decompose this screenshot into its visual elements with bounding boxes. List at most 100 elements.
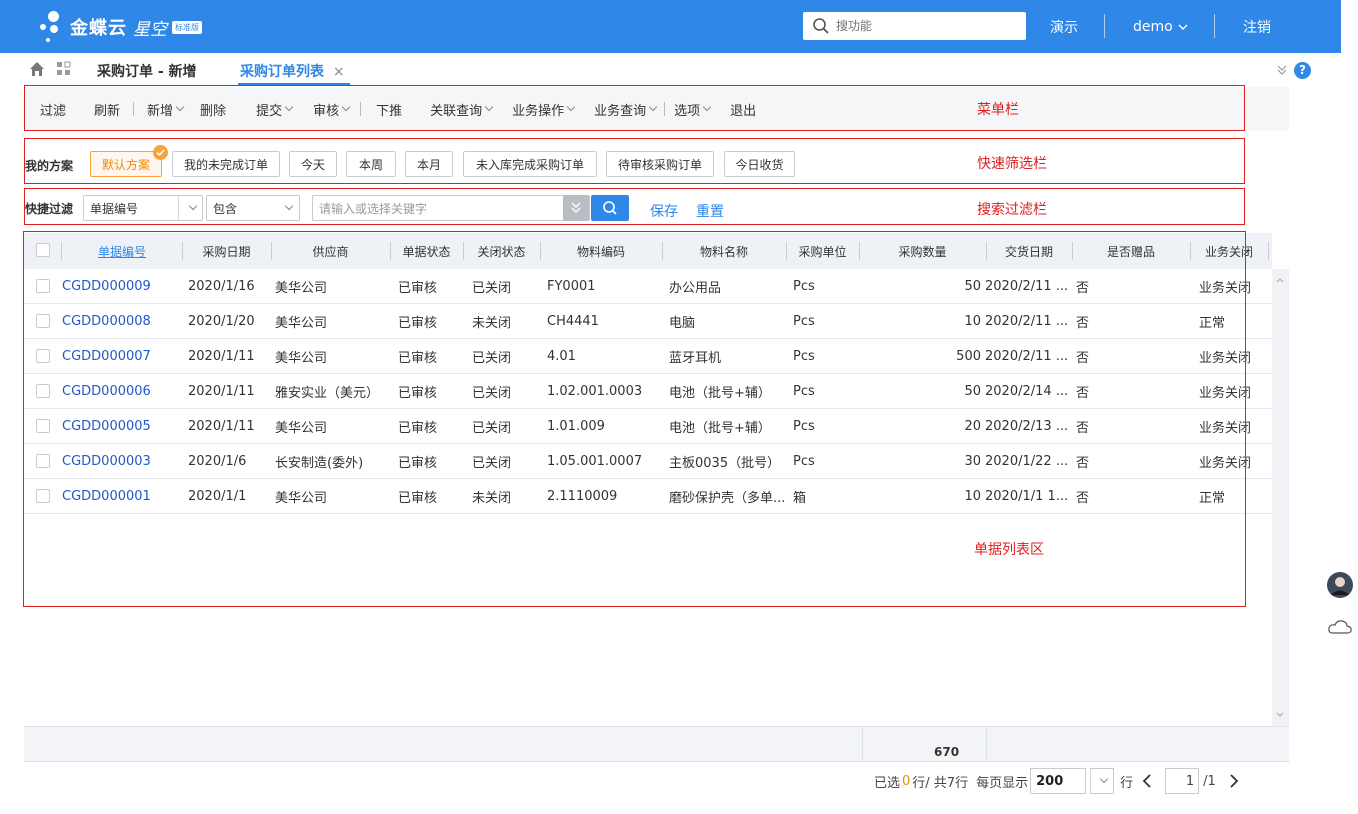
chevron-down-icon	[284, 102, 294, 112]
column-header-bill-status[interactable]: 单据状态	[390, 233, 463, 269]
audit-button[interactable]: 审核	[313, 100, 351, 119]
chevron-down-icon	[1178, 24, 1188, 30]
scheme-my-unfinished[interactable]: 我的未完成订单	[172, 151, 280, 177]
scheme-pending-audit[interactable]: 待审核采购订单	[606, 151, 714, 177]
cell-bill-no[interactable]: CGDD000001	[62, 479, 182, 514]
scheme-today[interactable]: 今天	[289, 151, 337, 177]
row-checkbox[interactable]	[36, 279, 50, 293]
kingdee-logo[interactable]: 金蝶云 星空 标准版	[40, 8, 230, 46]
cell-material-code: 1.05.001.0007	[547, 454, 643, 469]
cell-bill-no[interactable]: CGDD000006	[62, 374, 182, 409]
cell-material-code: 2.1110009	[547, 489, 618, 504]
column-header-date[interactable]: 采购日期	[182, 233, 271, 269]
scroll-up-icon[interactable]	[1275, 275, 1285, 285]
exit-button[interactable]: 退出	[730, 100, 756, 119]
cell-date: 2020/1/6	[188, 454, 247, 469]
cell-delivery-date: 2020/2/11 ...	[985, 314, 1069, 329]
column-header-supplier[interactable]: 供应商	[271, 233, 390, 269]
reset-filter-button[interactable]: 重置	[696, 201, 724, 221]
cloud-button[interactable]	[1322, 612, 1358, 642]
scheme-default[interactable]: 默认方案	[90, 145, 168, 177]
tab-purchase-order-list[interactable]: 采购订单列表 ×	[240, 61, 345, 81]
cell-bill-no[interactable]: CGDD000005	[62, 409, 182, 444]
column-header-bill-no[interactable]: 单据编号	[62, 233, 182, 269]
function-search-input[interactable]	[836, 19, 1016, 33]
function-search[interactable]	[803, 12, 1026, 40]
next-page-icon[interactable]	[1228, 773, 1240, 789]
row-checkbox[interactable]	[36, 314, 50, 328]
page-size-dropdown[interactable]	[1090, 768, 1115, 794]
filter-button[interactable]: 过滤	[40, 100, 66, 119]
business-operation-button[interactable]: 业务操作	[512, 100, 576, 119]
row-checkbox[interactable]	[36, 489, 50, 503]
scheme-today-receipt[interactable]: 今日收货	[724, 151, 795, 177]
filter-operator-select[interactable]: 包含	[206, 195, 300, 221]
table-row[interactable]: CGDD000005 2020/1/11 美华公司 已审核 已关闭 1.01.0…	[24, 409, 1272, 444]
column-header-quantity[interactable]: 采购数量	[859, 233, 986, 269]
cell-bill-no[interactable]: CGDD000007	[62, 339, 182, 374]
cell-bill-no[interactable]: CGDD000008	[62, 304, 182, 339]
cell-delivery-date: 2020/2/13 ...	[985, 419, 1069, 434]
apps-grid-icon[interactable]	[56, 61, 72, 77]
column-header-gift[interactable]: 是否赠品	[1072, 233, 1190, 269]
close-tab-icon[interactable]: ×	[333, 64, 345, 80]
chevron-down-icon	[702, 102, 712, 112]
table-row[interactable]: CGDD000009 2020/1/16 美华公司 已审核 已关闭 FY0001…	[24, 269, 1272, 304]
add-button[interactable]: 新增	[147, 100, 185, 119]
push-down-button[interactable]: 下推	[376, 100, 402, 119]
tab-purchase-order-new[interactable]: 采购订单 - 新增	[97, 61, 197, 81]
assistant-avatar[interactable]	[1322, 568, 1358, 602]
vertical-scrollbar[interactable]	[1272, 269, 1289, 726]
prev-page-icon[interactable]	[1141, 773, 1153, 789]
row-checkbox[interactable]	[36, 454, 50, 468]
collapse-down-icon[interactable]	[1276, 64, 1288, 76]
refresh-button[interactable]: 刷新	[94, 100, 120, 119]
delete-button[interactable]: 删除	[200, 100, 226, 119]
chevron-down-icon	[178, 196, 202, 220]
table-row[interactable]: CGDD000003 2020/1/6 长安制造(委外) 已审核 已关闭 1.0…	[24, 444, 1272, 479]
scheme-this-week[interactable]: 本周	[346, 151, 396, 177]
options-button[interactable]: 选项	[674, 100, 712, 119]
current-page-input[interactable]: 1	[1165, 768, 1200, 794]
column-header-material-code[interactable]: 物料编码	[540, 233, 662, 269]
business-query-button[interactable]: 业务查询	[594, 100, 658, 119]
page-size-input[interactable]: 200	[1030, 768, 1087, 794]
column-header-business-close[interactable]: 业务关闭	[1190, 233, 1268, 269]
table-row[interactable]: CGDD000007 2020/1/11 美华公司 已审核 已关闭 4.01 蓝…	[24, 339, 1272, 374]
column-header-unit[interactable]: 采购单位	[786, 233, 859, 269]
row-checkbox[interactable]	[36, 419, 50, 433]
selected-count: 0	[902, 773, 911, 789]
cell-bill-no[interactable]: CGDD000003	[62, 444, 182, 479]
column-header-close-status[interactable]: 关闭状态	[463, 233, 540, 269]
column-header-material-name[interactable]: 物料名称	[662, 233, 786, 269]
cell-material-name: 磨砂保护壳（多单...	[669, 491, 786, 506]
table-row[interactable]: CGDD000008 2020/1/20 美华公司 已审核 未关闭 CH4441…	[24, 304, 1272, 339]
select-all-checkbox[interactable]	[36, 243, 50, 257]
cell-delivery-date: 2020/2/14 ...	[985, 384, 1069, 399]
cell-bill-no[interactable]: CGDD000009	[62, 269, 182, 304]
save-filter-button[interactable]: 保存	[650, 201, 678, 221]
scheme-not-stocked[interactable]: 未入库完成采购订单	[463, 151, 597, 177]
user-menu[interactable]: demo	[1133, 0, 1189, 53]
submit-button[interactable]: 提交	[256, 100, 294, 119]
column-header-delivery-date[interactable]: 交货日期	[986, 233, 1072, 269]
scheme-this-month[interactable]: 本月	[405, 151, 453, 177]
keyword-input[interactable]: 请输入或选择关键字	[312, 195, 590, 221]
cell-close-status: 未关闭	[472, 316, 512, 331]
help-icon[interactable]: ?	[1294, 62, 1311, 79]
cell-date: 2020/1/1	[188, 489, 247, 504]
related-query-button[interactable]: 关联查询	[430, 100, 494, 119]
table-row[interactable]: CGDD000006 2020/1/11 雅安实业（美元） 已审核 已关闭 1.…	[24, 374, 1272, 409]
table-row[interactable]: CGDD000001 2020/1/1 美华公司 已审核 未关闭 2.11100…	[24, 479, 1272, 514]
home-icon[interactable]	[29, 61, 45, 77]
search-button[interactable]	[591, 195, 629, 221]
logout-link[interactable]: 注销	[1243, 0, 1271, 53]
demo-link[interactable]: 演示	[1050, 0, 1078, 53]
cell-supplier: 美华公司	[275, 281, 328, 296]
filter-field-select[interactable]: 单据编号	[83, 195, 203, 221]
scroll-down-icon[interactable]	[1275, 710, 1285, 720]
row-checkbox[interactable]	[36, 384, 50, 398]
product-name: 星空	[133, 19, 167, 40]
row-checkbox[interactable]	[36, 349, 50, 363]
keyword-dropdown[interactable]	[563, 195, 589, 221]
